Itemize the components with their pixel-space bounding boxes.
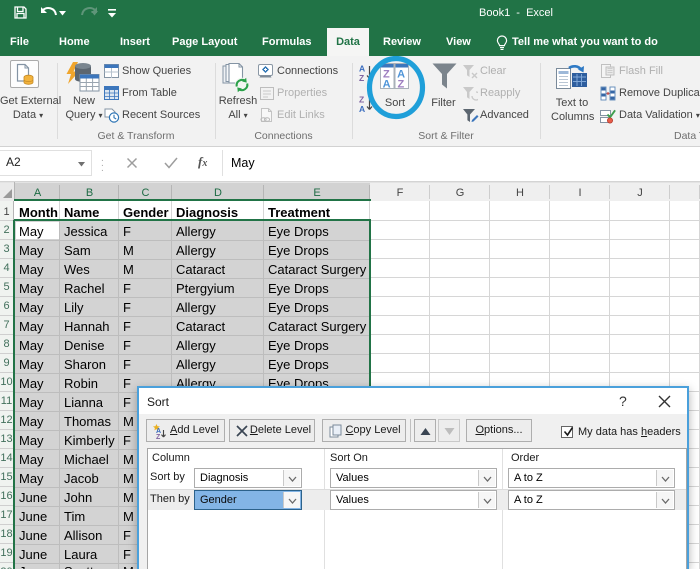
svg-text:A: A: [359, 64, 365, 74]
svg-text:Z: Z: [359, 95, 364, 105]
svg-text:Z: Z: [359, 73, 364, 82]
svg-text:A: A: [359, 104, 365, 113]
